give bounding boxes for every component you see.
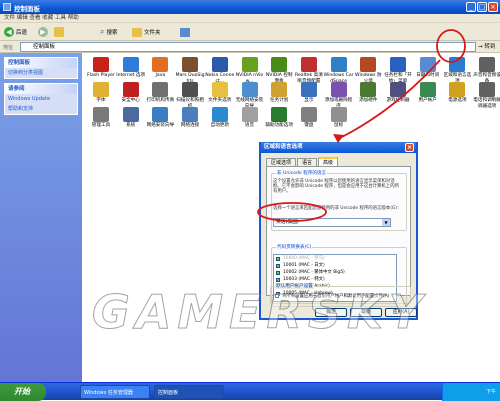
clock: 下午 [485,389,496,395]
highlight-circle-language-select [257,202,327,222]
arrowhead-icon [333,134,344,143]
control-panel-taskbar-button[interactable]: 控制面板 [154,385,224,399]
control-panel-window: 控制面板 _ □ × 文件 编辑 查看 收藏 工具 帮助 ◀ 后退 ▶ ⌕ 搜索… [0,0,500,401]
arrow-to-dialog [339,59,441,139]
taskbar: 开始 Windows 任务管理器 控制面板 下午 [0,382,500,401]
start-button[interactable]: 开始 [0,383,46,401]
watermark: GAMERSKY [91,285,429,340]
system-tray: 下午 [442,383,500,401]
task-manager-taskbar-button[interactable]: Windows 任务管理器 [80,385,150,399]
highlight-circle-region-icon [436,29,466,63]
annotation-overlay [257,29,466,222]
